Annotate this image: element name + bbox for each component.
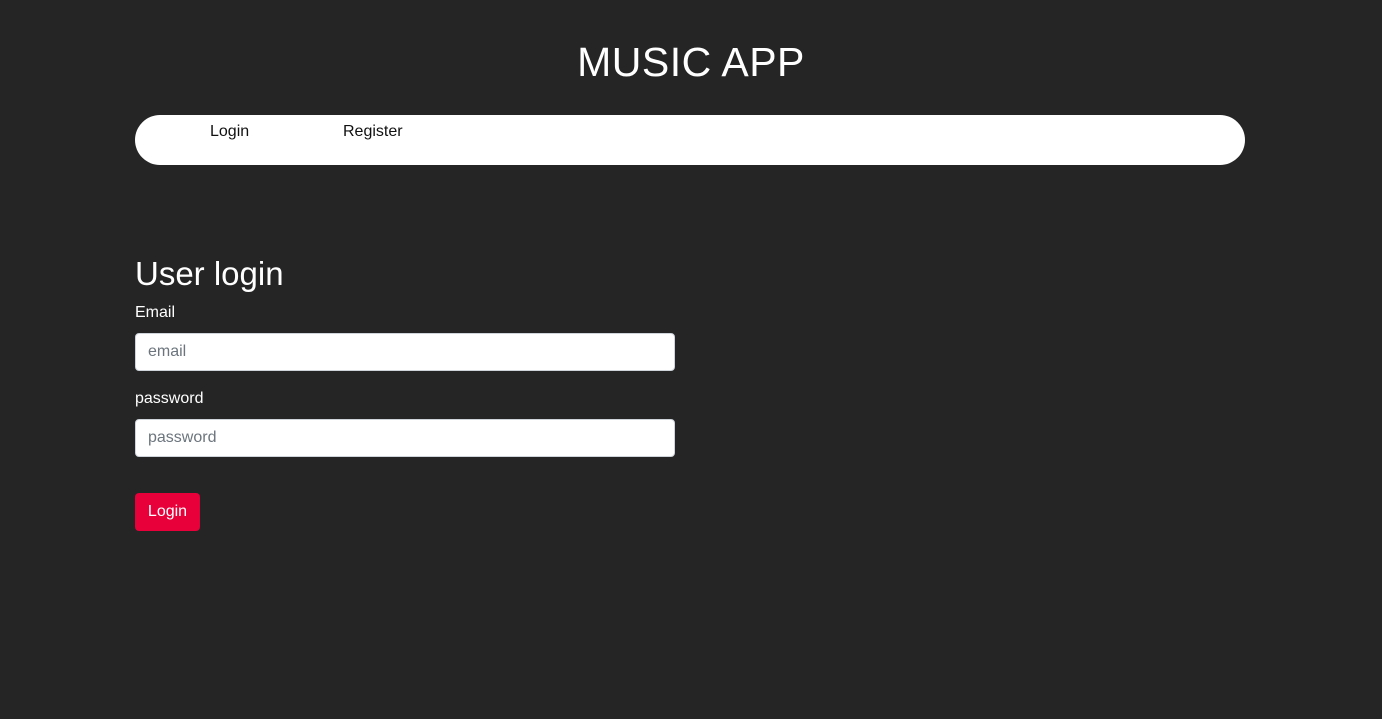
email-label: Email [135,304,176,321]
password-field[interactable] [135,419,675,457]
nav-link-register[interactable]: Register [343,123,403,141]
nav-link-login[interactable]: Login [210,123,249,141]
form-title: User login [135,255,284,292]
navbar: Login Register [135,115,1245,165]
app-title: MUSIC APP [577,39,805,85]
login-form: User login Email password Login [135,252,675,531]
email-field[interactable] [135,333,675,371]
password-label: password [135,390,204,407]
login-button[interactable]: Login [135,493,200,531]
